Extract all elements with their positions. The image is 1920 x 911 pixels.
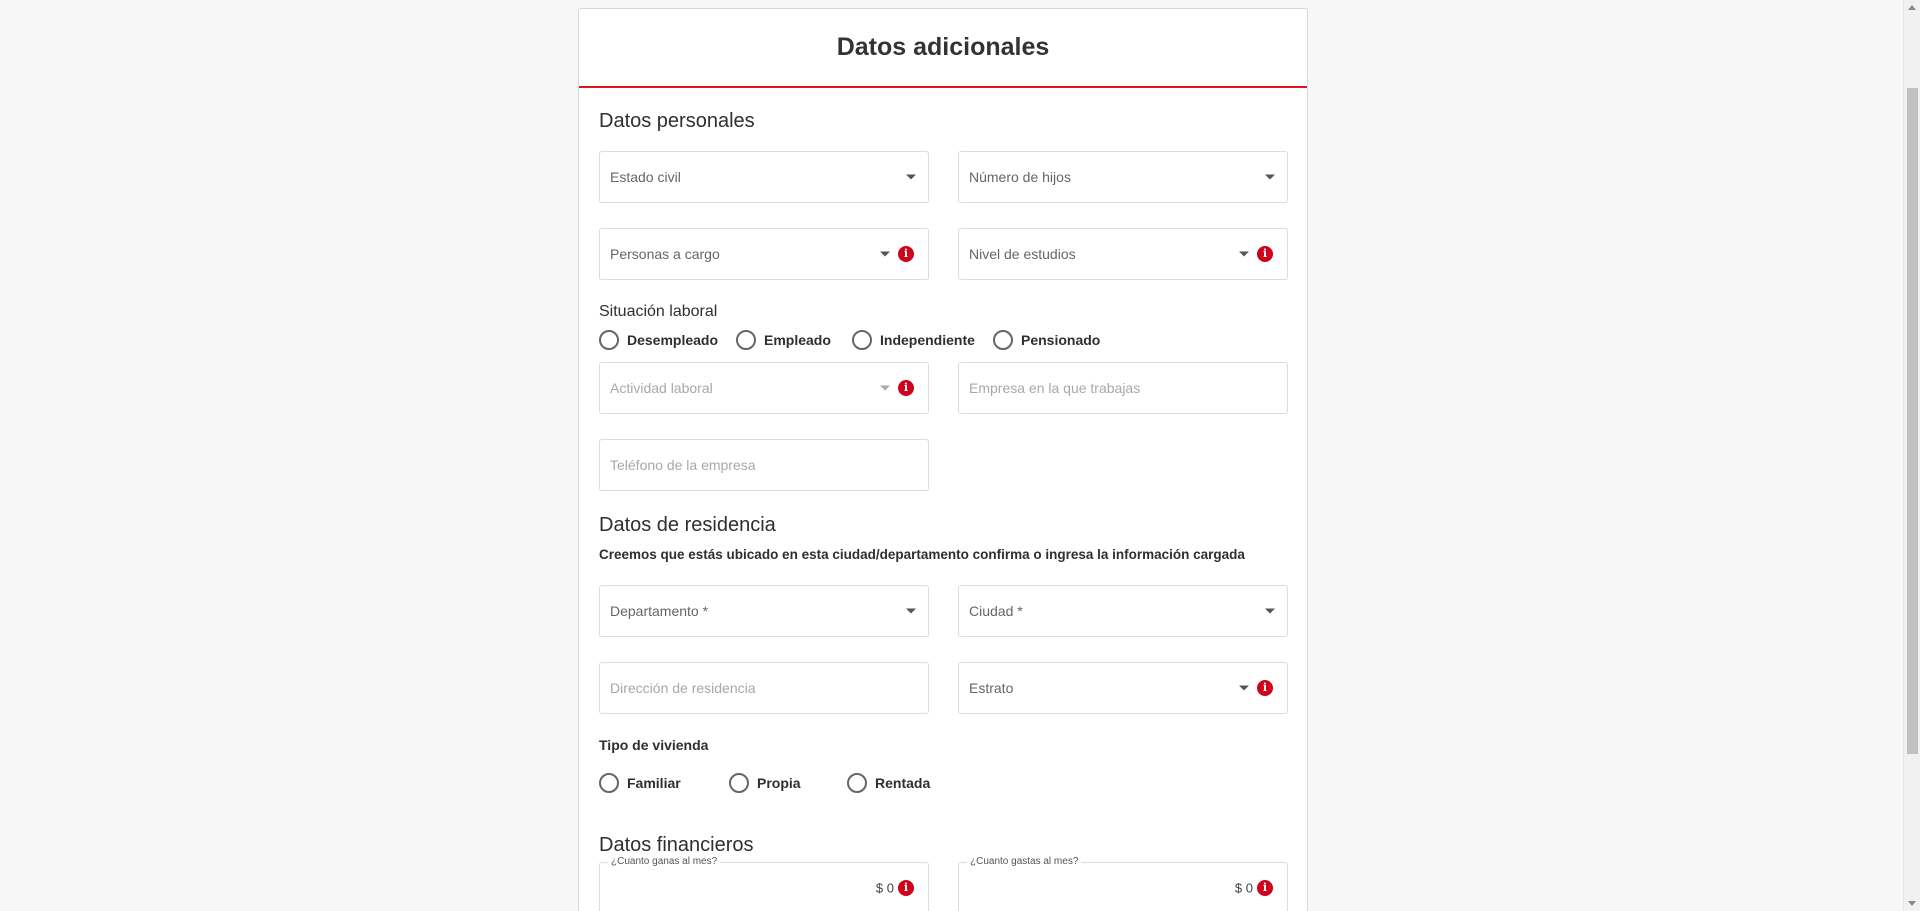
estrato-select[interactable]: Estrato i <box>958 662 1288 714</box>
gastos-input[interactable]: ¿Cuanto gastas al mes? $ 0 i <box>958 856 1288 911</box>
info-icon[interactable]: i <box>1257 680 1273 696</box>
ciudad-placeholder: Ciudad * <box>969 603 1023 619</box>
residencia-note: Creemos que estás ubicado en esta ciudad… <box>599 547 1245 562</box>
chevron-down-icon <box>1239 251 1249 257</box>
estado-civil-placeholder: Estado civil <box>610 169 681 185</box>
chevron-down-icon <box>906 608 916 614</box>
empresa-input[interactable]: Empresa en la que trabajas <box>958 362 1288 414</box>
numero-hijos-placeholder: Número de hijos <box>969 169 1071 185</box>
radio-label: Familiar <box>627 775 681 791</box>
radio-empleado[interactable]: Empleado <box>736 330 831 350</box>
ingresos-value: $ 0 <box>875 880 894 896</box>
info-icon[interactable]: i <box>898 380 914 396</box>
radio-pensionado[interactable]: Pensionado <box>993 330 1100 350</box>
form-card: Datos adicionales Datos personales Estad… <box>578 8 1308 911</box>
chevron-down-icon <box>880 385 890 391</box>
chevron-down-icon <box>1265 608 1275 614</box>
nivel-estudios-select[interactable]: Nivel de estudios i <box>958 228 1288 280</box>
card-header: Datos adicionales <box>579 9 1307 88</box>
numero-hijos-select[interactable]: Número de hijos <box>958 151 1288 203</box>
estado-civil-select[interactable]: Estado civil <box>599 151 929 203</box>
radio-circle[interactable] <box>736 330 756 350</box>
radio-label: Rentada <box>875 775 931 791</box>
direccion-input[interactable]: Dirección de residencia <box>599 662 929 714</box>
radio-label: Independiente <box>880 332 975 348</box>
vertical-scrollbar[interactable] <box>1903 0 1920 911</box>
ingresos-label: ¿Cuanto ganas al mes? <box>608 856 721 867</box>
chevron-down-icon <box>906 174 916 180</box>
scrollbar-thumb[interactable] <box>1907 88 1918 754</box>
gastos-label: ¿Cuanto gastas al mes? <box>967 856 1082 867</box>
info-icon[interactable]: i <box>898 246 914 262</box>
radio-circle[interactable] <box>852 330 872 350</box>
ciudad-select[interactable]: Ciudad * <box>958 585 1288 637</box>
chevron-down-icon <box>1265 174 1275 180</box>
scroll-down-arrow-icon[interactable] <box>1908 901 1916 906</box>
radio-circle[interactable] <box>993 330 1013 350</box>
direccion-placeholder: Dirección de residencia <box>610 680 756 696</box>
chevron-down-icon <box>1239 685 1249 691</box>
section-title-personal: Datos personales <box>599 110 755 132</box>
radio-label: Propia <box>757 775 801 791</box>
page-title: Datos adicionales <box>836 33 1050 61</box>
situacion-laboral-label: Situación laboral <box>599 303 718 320</box>
radio-propia[interactable]: Propia <box>729 773 801 793</box>
telefono-empresa-placeholder: Teléfono de la empresa <box>610 457 756 473</box>
radio-label: Pensionado <box>1021 332 1101 348</box>
info-icon[interactable]: i <box>1257 880 1273 896</box>
tipo-vivienda-label: Tipo de vivienda <box>599 737 709 753</box>
departamento-placeholder: Departamento * <box>610 603 709 619</box>
actividad-laboral-select[interactable]: Actividad laboral i <box>599 362 929 414</box>
chevron-down-icon <box>880 251 890 257</box>
radio-independiente[interactable]: Independiente <box>852 330 975 350</box>
radio-circle[interactable] <box>599 330 619 350</box>
radio-circle[interactable] <box>729 773 749 793</box>
radio-desempleado[interactable]: Desempleado <box>599 330 718 350</box>
info-icon[interactable]: i <box>898 880 914 896</box>
empresa-placeholder: Empresa en la que trabajas <box>969 380 1141 396</box>
nivel-estudios-placeholder: Nivel de estudios <box>969 246 1076 262</box>
gastos-value: $ 0 <box>1234 880 1253 896</box>
ingresos-input[interactable]: ¿Cuanto ganas al mes? $ 0 i <box>599 856 929 911</box>
radio-familiar[interactable]: Familiar <box>599 773 681 793</box>
section-title-residencia: Datos de residencia <box>599 514 776 536</box>
radio-circle[interactable] <box>599 773 619 793</box>
radio-label: Empleado <box>764 332 831 348</box>
actividad-laboral-placeholder: Actividad laboral <box>610 380 713 396</box>
info-icon[interactable]: i <box>1257 246 1273 262</box>
estrato-placeholder: Estrato <box>969 680 1014 696</box>
scroll-up-arrow-icon[interactable] <box>1908 5 1916 10</box>
telefono-empresa-input[interactable]: Teléfono de la empresa <box>599 439 929 491</box>
radio-circle[interactable] <box>847 773 867 793</box>
personas-cargo-select[interactable]: Personas a cargo i <box>599 228 929 280</box>
departamento-select[interactable]: Departamento * <box>599 585 929 637</box>
section-title-financieros: Datos financieros <box>599 834 754 856</box>
personas-cargo-placeholder: Personas a cargo <box>610 246 720 262</box>
radio-label: Desempleado <box>627 332 719 348</box>
radio-rentada[interactable]: Rentada <box>847 773 930 793</box>
